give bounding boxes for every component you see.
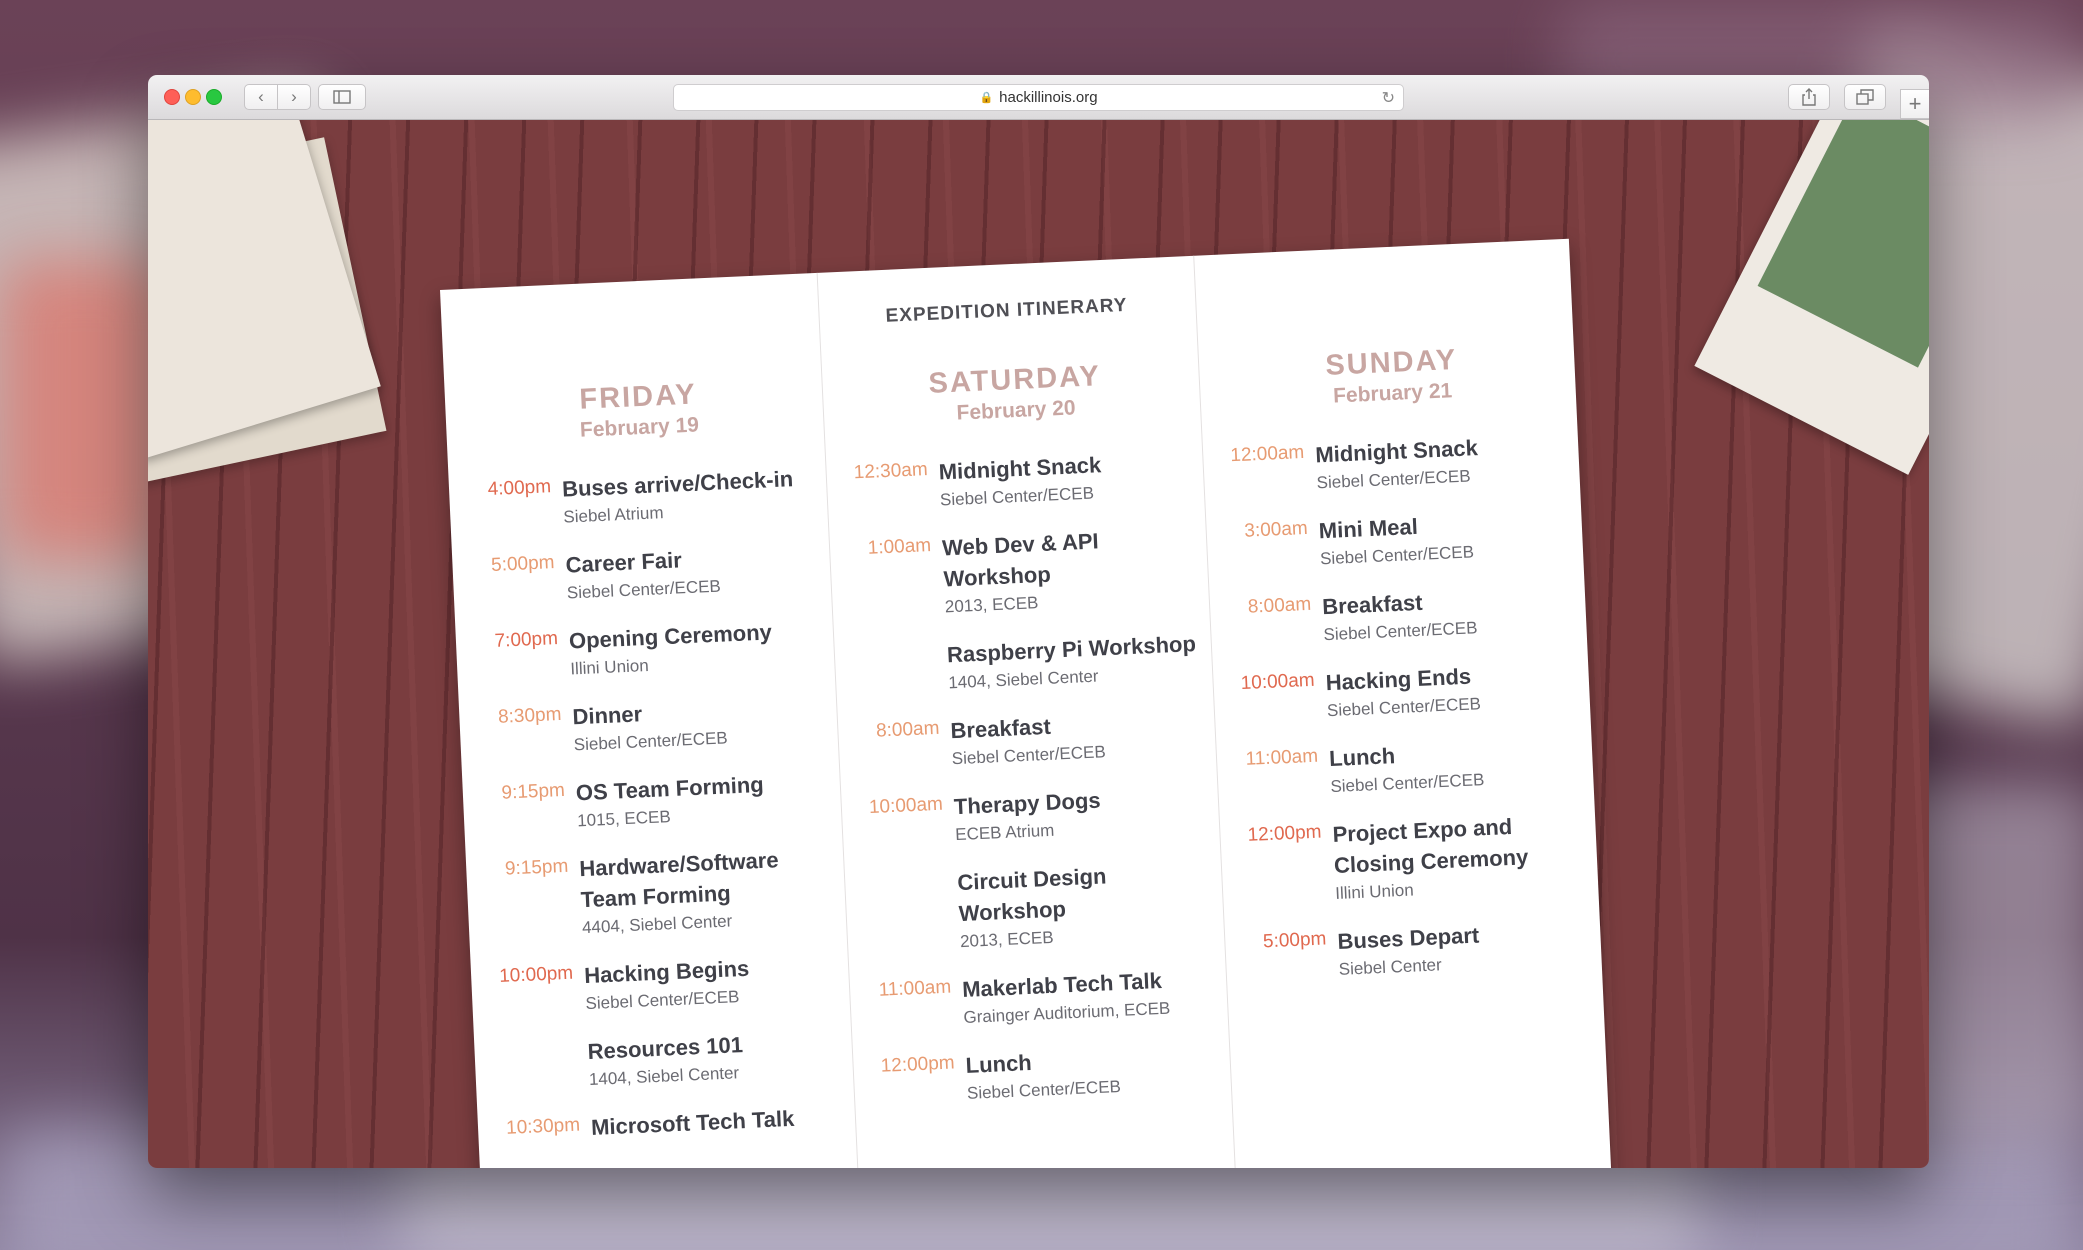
event-item: 12:00pm Project Expo and Closing Ceremon… <box>1237 808 1591 911</box>
chevron-left-icon: ‹ <box>258 87 264 106</box>
event-item: 12:00pm Lunch Siebel Center/ECEB <box>870 1038 1222 1110</box>
event-item: 8:30pm Dinner Siebel Center/ECEB <box>477 690 829 762</box>
event-item: 12:30am Midnight Snack Siebel Center/ECE… <box>843 445 1195 517</box>
event-item: 4:00pm Buses arrive/Check-in Siebel Atri… <box>467 462 819 534</box>
event-time: 12:00pm <box>1247 821 1322 846</box>
new-tab-button[interactable]: + <box>1900 89 1929 119</box>
event-time: 3:00am <box>1243 517 1309 542</box>
minimize-window-button[interactable] <box>185 89 201 105</box>
day-column-friday: FRIDAY February 19 4:00pm Buses arrive/C… <box>463 373 848 1167</box>
event-item: 3:00am Mini Meal Siebel Center/ECEB <box>1223 504 1575 576</box>
day-column-sunday: SUNDAY February 21 12:00am Midnight Snac… <box>1216 339 1595 1006</box>
zoom-window-button[interactable] <box>206 89 222 105</box>
event-item: 10:30pm Microsoft Tech Talk <box>496 1100 847 1147</box>
event-time: 12:00am <box>1229 441 1305 467</box>
decorative-map-paper <box>1694 120 1929 475</box>
show-tabs-button[interactable] <box>1844 84 1886 110</box>
event-item: 9:15pm Hardware/Software Team Forming 44… <box>484 842 838 945</box>
event-name: Project Expo and Closing Ceremony <box>1332 813 1529 879</box>
day-column-saturday: SATURDAY February 20 12:30am Midnight Sn… <box>839 356 1223 1130</box>
itinerary-title: EXPEDITION ITINERARY <box>885 294 1128 327</box>
event-time: 11:00am <box>878 976 952 1001</box>
lock-icon: 🔒 <box>979 92 994 104</box>
event-item: 11:00am Makerlab Tech Talk Grainger Audi… <box>867 962 1219 1034</box>
event-time <box>492 1039 576 1043</box>
event-time: 4:00pm <box>487 476 552 501</box>
event-time: 12:00pm <box>880 1052 956 1077</box>
sidebar-icon <box>333 90 351 104</box>
event-item: 11:00am Lunch Siebel Center/ECEB <box>1234 732 1586 804</box>
event-time: 9:15pm <box>504 855 569 880</box>
event-name: Circuit Design Workshop <box>956 863 1107 927</box>
close-window-button[interactable] <box>164 89 180 105</box>
event-time: 10:00am <box>868 793 944 819</box>
event-time: 9:15pm <box>501 779 566 804</box>
event-name: Hardware/Software Team Forming <box>578 847 780 913</box>
chevron-right-icon: › <box>291 87 297 106</box>
event-item: 10:00pm Hacking Begins Siebel Center/ECE… <box>489 949 841 1021</box>
event-item: 12:00am Midnight Snack Siebel Center/ECE… <box>1220 428 1572 500</box>
event-item: Resources 101 1404, Siebel Center <box>492 1025 844 1097</box>
sidebar-toggle-button[interactable] <box>318 84 366 110</box>
event-item: 8:00am Breakfast Siebel Center/ECEB <box>1227 580 1579 652</box>
event-time: 5:00pm <box>1262 928 1327 953</box>
tabs-overview-icon <box>1856 89 1874 105</box>
event-time: 5:00pm <box>490 552 555 576</box>
itinerary-sheet: EXPEDITION ITINERARY FRIDAY February 19 … <box>440 238 1616 1168</box>
event-item: 7:00pm Opening Ceremony Illini Union <box>473 614 825 686</box>
event-time: 12:30am <box>853 459 929 484</box>
event-time: 7:00pm <box>494 628 559 652</box>
event-time: 10:00pm <box>498 962 574 988</box>
event-item: 5:00pm Buses Depart Siebel Center <box>1242 914 1594 986</box>
event-item: 10:00am Therapy Dogs ECEB Atrium <box>858 780 1210 852</box>
event-time: 10:00am <box>1240 669 1316 695</box>
browser-toolbar: ‹ › 🔒 hackillinois.org ↻ + <box>148 75 1929 120</box>
event-time: 1:00am <box>867 534 932 559</box>
event-time: 8:00am <box>1247 593 1312 618</box>
event-time <box>862 870 946 874</box>
reload-icon[interactable]: ↻ <box>1382 88 1395 108</box>
event-item: 9:15pm OS Team Forming 1015, ECEB <box>480 766 832 838</box>
event-name: Web Dev & API Workshop <box>941 528 1100 592</box>
event-name: Microsoft Tech Talk <box>590 1105 795 1140</box>
forward-button[interactable]: › <box>277 84 311 110</box>
share-icon <box>1802 88 1816 106</box>
event-time: 11:00am <box>1245 745 1319 770</box>
back-button[interactable]: ‹ <box>244 84 278 110</box>
event-time <box>852 642 936 646</box>
event-time: 8:30pm <box>497 703 562 728</box>
event-item: 8:00am Breakfast Siebel Center/ECEB <box>855 704 1207 776</box>
event-item: Raspberry Pi Workshop 1404, Siebel Cente… <box>851 628 1203 700</box>
url-text: hackillinois.org <box>999 89 1098 106</box>
address-bar[interactable]: 🔒 hackillinois.org ↻ <box>673 84 1404 111</box>
event-item: Circuit Design Workshop 2013, ECEB <box>862 856 1216 959</box>
event-item: 1:00am Web Dev & API Workshop 2013, ECEB <box>847 521 1201 624</box>
share-button[interactable] <box>1788 84 1830 110</box>
page-content: EXPEDITION ITINERARY FRIDAY February 19 … <box>148 120 1929 1168</box>
plus-icon: + <box>1908 91 1922 116</box>
event-time: 10:30pm <box>505 1114 581 1139</box>
event-time: 8:00am <box>875 717 940 742</box>
event-item: 10:00am Hacking Ends Siebel Center/ECEB <box>1230 656 1582 728</box>
browser-window: ‹ › 🔒 hackillinois.org ↻ + EXPEDITION IT… <box>148 75 1929 1168</box>
event-item: 5:00pm Career Fair Siebel Center/ECEB <box>470 538 822 610</box>
